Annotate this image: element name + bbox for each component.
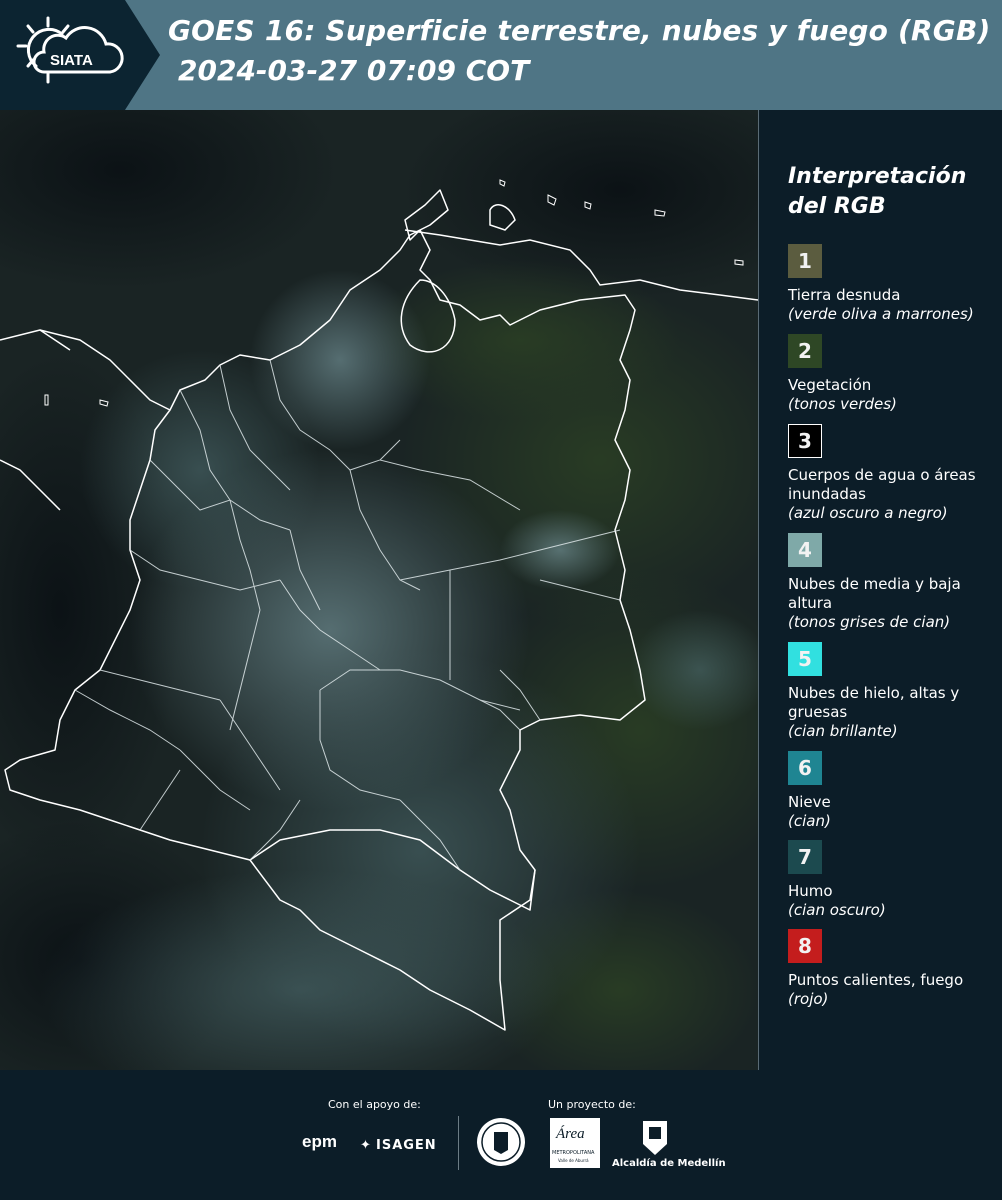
satellite-image: [0, 50, 840, 1110]
area-metropolitana-sub2: Valle de Aburrá: [558, 1158, 589, 1163]
medellin-shield-icon: [643, 1121, 667, 1155]
legend-swatch-1: 1: [788, 244, 822, 278]
legend-swatch-8: 8: [788, 929, 822, 963]
footer: Con el apoyo de: Un proyecto de: epm ✦ I…: [0, 1070, 1002, 1200]
alcaldia-label: Alcaldía de Medellín: [612, 1158, 726, 1169]
legend-label-7: Humo: [788, 882, 833, 900]
area-metropolitana-sub: METROPOLITANA: [552, 1150, 595, 1156]
satellite-map[interactable]: [0, 50, 840, 1110]
legend-label-8: Puntos calientes, fuego: [788, 971, 964, 989]
divider: [458, 1116, 459, 1170]
isagen-text: ISAGEN: [376, 1138, 437, 1153]
legend-swatch-4: 4: [788, 533, 822, 567]
project-label: Un proyecto de:: [548, 1098, 636, 1111]
legend-item-8: 8 Puntos calientes, fuego (rojo): [788, 929, 998, 1009]
legend-label-3: Cuerpos de agua o áreas inundadas: [788, 466, 976, 503]
legend-item-2: 2 Vegetación (tonos verdes): [788, 334, 998, 414]
legend-swatch-6: 6: [788, 751, 822, 785]
legend-item-5: 5 Nubes de hielo, altas y gruesas (cian …: [788, 642, 998, 741]
legend-title-line1: Interpretación: [788, 164, 967, 189]
area-metropolitana-text: Área: [556, 1126, 585, 1142]
siata-logo: SIATA: [16, 16, 124, 84]
legend-swatch-3: 3: [788, 424, 822, 458]
epm-logo: epm: [302, 1132, 337, 1151]
legend-swatch-5: 5: [788, 642, 822, 676]
legend-label-1: Tierra desnuda: [788, 286, 901, 304]
isagen-logo: ✦ ISAGEN: [360, 1134, 437, 1153]
legend-desc-1: (verde oliva a marrones): [788, 305, 974, 323]
legend-desc-8: (rojo): [788, 990, 829, 1008]
legend-panel: Interpretación del RGB 1 Tierra desnuda …: [762, 110, 1002, 1070]
siata-logo-text: SIATA: [50, 52, 93, 69]
header: SIATA GOES 16: Superficie terrestre, nub…: [0, 0, 1002, 110]
page-title: GOES 16: Superficie terrestre, nubes y f…: [168, 14, 991, 47]
support-label: Con el apoyo de:: [328, 1098, 421, 1111]
legend-desc-2: (tonos verdes): [788, 395, 897, 413]
legend-label-5: Nubes de hielo, altas y gruesas: [788, 684, 960, 721]
legend-desc-5: (cian brillante): [788, 722, 898, 740]
legend-desc-4: (tonos grises de cian): [788, 613, 951, 631]
legend-item-4: 4 Nubes de media y baja altura (tonos gr…: [788, 533, 998, 632]
legend-item-7: 7 Humo (cian oscuro): [788, 840, 998, 920]
legend-swatch-7: 7: [788, 840, 822, 874]
legend-title-line2: del RGB: [788, 194, 886, 219]
legend-desc-3: (azul oscuro a negro): [788, 504, 948, 522]
legend-label-6: Nieve: [788, 793, 831, 811]
legend-item-6: 6 Nieve (cian): [788, 751, 998, 831]
legend-label-2: Vegetación: [788, 376, 872, 394]
timestamp: 2024-03-27 07:09 COT: [178, 54, 530, 87]
legend-swatch-2: 2: [788, 334, 822, 368]
legend-label-4: Nubes de media y baja altura: [788, 575, 961, 612]
isagen-icon: ✦: [360, 1138, 371, 1153]
legend-item-3: 3 Cuerpos de agua o áreas inundadas (azu…: [788, 424, 998, 523]
seal-logo: [477, 1118, 525, 1166]
legend-desc-6: (cian): [788, 812, 831, 830]
legend-desc-7: (cian oscuro): [788, 901, 886, 919]
area-metropolitana-logo: Área METROPOLITANA Valle de Aburrá: [550, 1118, 600, 1168]
legend-item-1: 1 Tierra desnuda (verde oliva a marrones…: [788, 244, 998, 324]
legend-title: Interpretación del RGB: [788, 162, 988, 222]
